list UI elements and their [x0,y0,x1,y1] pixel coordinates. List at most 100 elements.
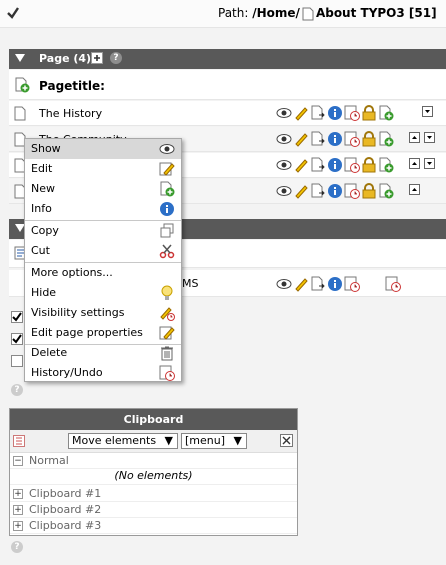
move-up-icon[interactable] [409,158,420,169]
clipboard-pad-label: Clipboard #1 [29,487,102,500]
move-down-icon[interactable] [424,132,435,143]
expand-plus-icon[interactable]: + [13,505,23,515]
info-icon[interactable] [327,131,343,147]
menu-item-label: More options... [31,266,113,279]
new-page-icon[interactable] [378,131,394,147]
pencil-icon[interactable] [293,131,309,147]
row-actions [276,105,394,121]
clipboard-panel: Clipboard Move elements ▼ [menu] ▼ − Norma… [9,408,298,536]
info-icon[interactable] [327,105,343,121]
clipboard-pad-row[interactable]: + Clipboard #1 [10,486,297,502]
info-icon[interactable] [327,157,343,173]
checkmark-icon[interactable] [6,6,20,20]
lock-icon[interactable] [361,131,377,147]
menu-item-edit[interactable]: Edit [25,159,181,179]
menu-item-hide[interactable]: Hide [25,283,181,303]
row-actions [276,183,394,199]
new-page-icon [159,181,175,197]
add-icon[interactable] [91,52,103,64]
menu-item-copy[interactable]: Copy [25,221,181,241]
checkbox-checked[interactable] [11,311,23,323]
menu-item-label: New [31,182,55,195]
eye-icon[interactable] [276,131,292,147]
move-icon[interactable] [310,131,326,147]
menu-item-edit-page-properties[interactable]: Edit page properties [25,323,181,343]
help-icon[interactable]: ? [110,52,122,64]
clipboard-normal-row[interactable]: − Normal [10,453,297,469]
pencil-icon[interactable] [293,105,309,121]
move-down-icon[interactable] [422,106,433,117]
move-icon[interactable] [310,157,326,173]
move-icon[interactable] [310,105,326,121]
move-down-icon[interactable] [424,158,435,169]
path-location[interactable]: /Home/ [252,6,300,20]
row-title[interactable]: The History [39,107,102,120]
menu-item-info[interactable]: Info [25,199,181,219]
new-page-icon[interactable] [378,183,394,199]
checkbox-checked[interactable] [11,333,23,345]
menu-select-value: [menu] [185,434,226,447]
move-up-icon[interactable] [409,132,420,143]
history-icon[interactable] [344,183,360,199]
row-title[interactable]: MS [182,277,198,290]
expand-plus-icon[interactable]: + [13,521,23,531]
history-icon[interactable] [344,157,360,173]
info-icon[interactable] [327,276,343,292]
help-icon[interactable]: ? [11,541,23,553]
lightbulb-icon [159,285,175,301]
history-icon[interactable] [344,105,360,121]
move-up-icon[interactable] [409,184,420,195]
menu-item-new[interactable]: New [25,179,181,199]
row-order [409,132,435,143]
new-page-icon[interactable] [378,105,394,121]
eye-icon[interactable] [276,276,292,292]
lock-icon[interactable] [361,105,377,121]
menu-item-label: Edit page properties [31,326,143,339]
menu-item-label: Info [31,202,52,215]
menu-select[interactable]: [menu] ▼ [181,433,247,449]
path-page[interactable]: About TYPO3 [51] [316,6,437,20]
clipboard-normal-label: Normal [29,454,69,467]
move-elements-select[interactable]: Move elements ▼ [68,433,178,449]
new-page-icon[interactable] [378,157,394,173]
menu-item-delete[interactable]: Delete [25,343,181,363]
eye-icon[interactable] [276,183,292,199]
page-section-header[interactable]: Page (4) ? [9,49,446,69]
new-page-icon[interactable] [14,77,30,93]
menu-item-more-options[interactable]: More options... [25,263,181,283]
list-icon[interactable] [13,435,25,447]
history-icon[interactable] [344,131,360,147]
collapse-minus-icon[interactable]: − [13,456,23,466]
expand-plus-icon[interactable]: + [13,489,23,499]
clipboard-pad-label: Clipboard #3 [29,519,102,532]
info-icon[interactable] [327,183,343,199]
clipboard-pad-row[interactable]: + Clipboard #2 [10,502,297,518]
history-icon[interactable] [344,276,360,292]
menu-item-visibility-settings[interactable]: Visibility settings [25,303,181,323]
pencil-icon[interactable] [293,183,309,199]
context-menu: Show Edit New Info Copy Cut More options… [24,138,182,382]
pencil-icon[interactable] [293,276,309,292]
move-icon[interactable] [310,276,326,292]
lock-icon[interactable] [361,183,377,199]
page-icon[interactable] [14,106,26,121]
menu-item-cut[interactable]: Cut [25,241,181,261]
menu-item-show[interactable]: Show [25,139,181,159]
row-actions [276,157,394,173]
close-icon[interactable] [280,434,293,447]
eye-icon[interactable] [276,157,292,173]
pencil-icon[interactable] [293,157,309,173]
menu-item-history-undo[interactable]: History/Undo [25,363,181,383]
move-icon[interactable] [310,183,326,199]
clipboard-pad-row[interactable]: + Clipboard #3 [10,518,297,534]
help-icon[interactable]: ? [11,384,23,396]
collapse-triangle-icon[interactable] [15,54,25,63]
row-actions [276,131,394,147]
history-icon[interactable] [385,276,401,292]
checkbox-unchecked[interactable] [11,355,23,367]
eye-icon[interactable] [276,105,292,121]
table-row[interactable]: The History [9,101,446,126]
lock-icon[interactable] [361,157,377,173]
menu-item-label: History/Undo [31,366,103,379]
trash-icon [159,345,175,361]
